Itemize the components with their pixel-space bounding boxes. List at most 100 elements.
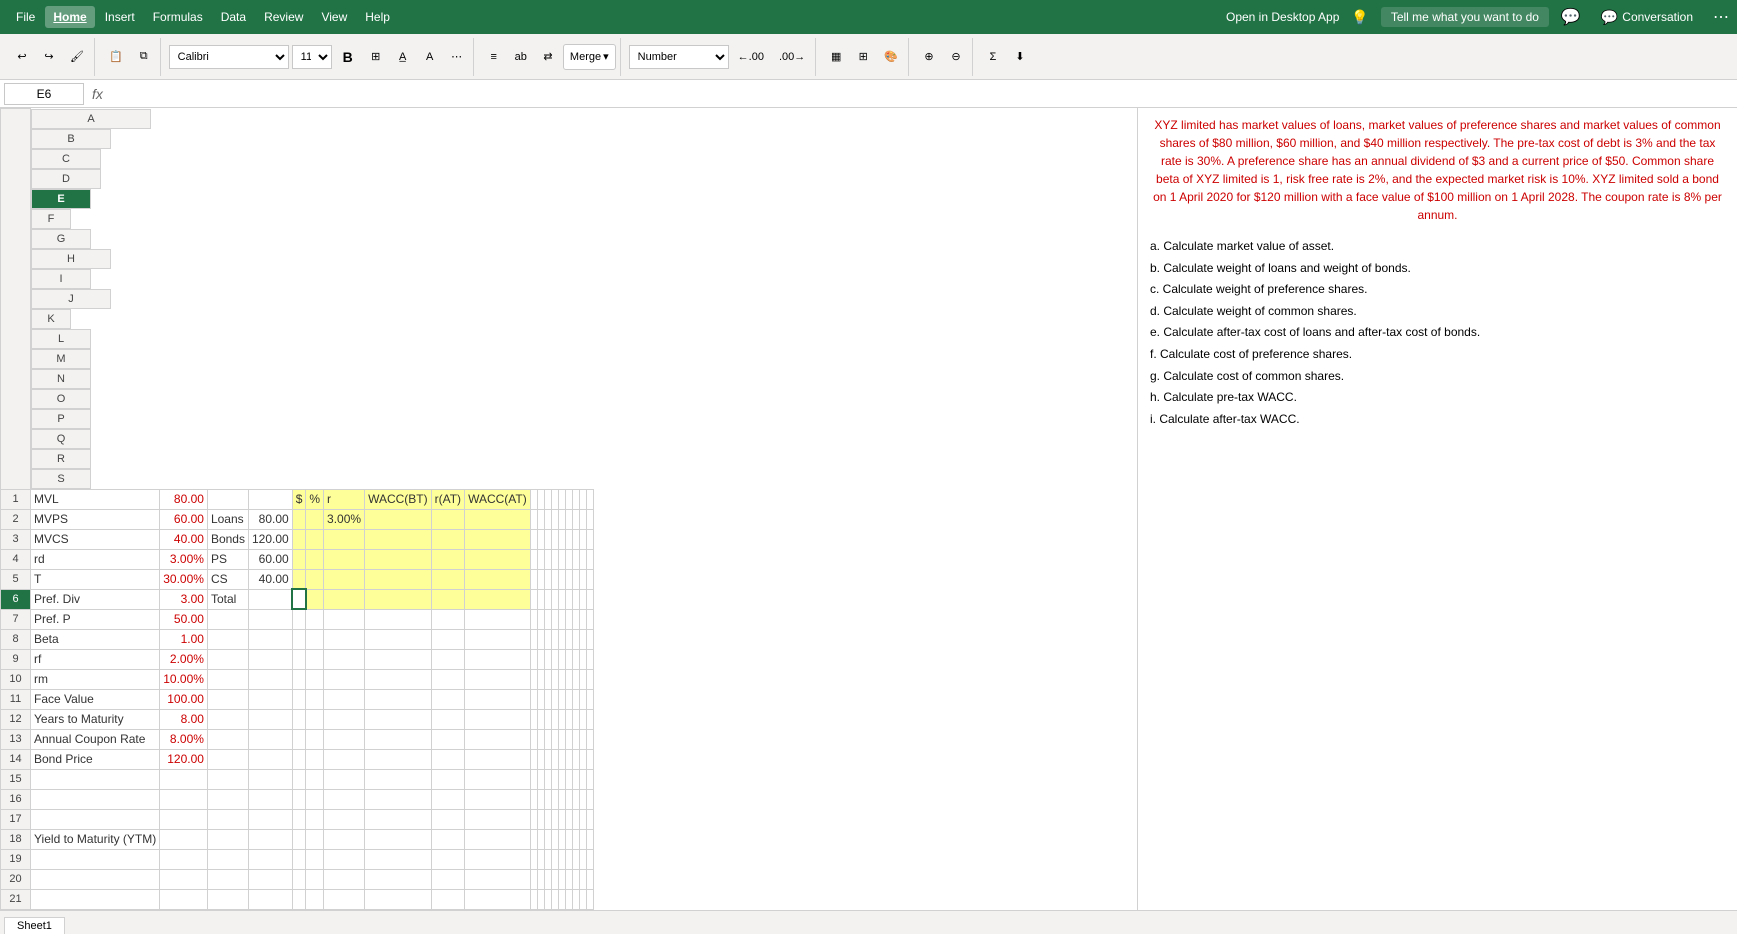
cell-K5[interactable] [530,569,537,589]
cell-B1[interactable]: 80.00 [160,489,208,509]
row-header-8[interactable]: 8 [1,629,31,649]
cell-L2[interactable] [537,509,544,529]
cell-S8[interactable] [586,629,593,649]
cell-I17[interactable] [431,809,464,829]
cell-D20[interactable] [248,869,292,889]
cell-M11[interactable] [544,689,551,709]
cell-S6[interactable] [586,589,593,609]
cell-G5[interactable] [324,569,365,589]
cell-R15[interactable] [579,769,586,789]
cell-O18[interactable] [558,829,565,849]
cell-K2[interactable] [530,509,537,529]
cell-O5[interactable] [558,569,565,589]
redo-button[interactable]: ↪ [37,41,61,73]
row-header-4[interactable]: 4 [1,549,31,569]
cell-D15[interactable] [248,769,292,789]
cell-F15[interactable] [306,769,324,789]
cell-E19[interactable] [292,849,306,869]
cell-I21[interactable] [431,889,464,909]
cell-Q5[interactable] [572,569,579,589]
cell-D10[interactable] [248,669,292,689]
cell-M10[interactable] [544,669,551,689]
col-header-P[interactable]: P [31,409,91,429]
cell-O4[interactable] [558,549,565,569]
cell-O1[interactable] [558,489,565,509]
cell-R6[interactable] [579,589,586,609]
text-direction-button[interactable]: ⇄ [536,41,560,73]
cell-C12[interactable] [207,709,248,729]
merge-button[interactable]: Merge ▾ [563,44,616,70]
cell-P11[interactable] [565,689,572,709]
cell-M9[interactable] [544,649,551,669]
cell-B2[interactable]: 60.00 [160,509,208,529]
cell-P7[interactable] [565,609,572,629]
cell-D4[interactable]: 60.00 [248,549,292,569]
cell-I19[interactable] [431,849,464,869]
cell-R8[interactable] [579,629,586,649]
cell-H7[interactable] [365,609,432,629]
cell-I6[interactable] [431,589,464,609]
cell-K21[interactable] [530,889,537,909]
menu-help[interactable]: Help [357,6,398,28]
cell-L3[interactable] [537,529,544,549]
cell-S2[interactable] [586,509,593,529]
cell-Q19[interactable] [572,849,579,869]
cell-B12[interactable]: 8.00 [160,709,208,729]
cell-M20[interactable] [544,869,551,889]
cell-O11[interactable] [558,689,565,709]
cell-S4[interactable] [586,549,593,569]
cell-N9[interactable] [551,649,558,669]
cell-I15[interactable] [431,769,464,789]
cell-E20[interactable] [292,869,306,889]
cell-K7[interactable] [530,609,537,629]
cell-S17[interactable] [586,809,593,829]
format-painter-button[interactable]: 🖌 [64,41,90,73]
wrap-text-button[interactable]: ab [509,41,533,73]
cell-Q12[interactable] [572,709,579,729]
cell-H21[interactable] [365,889,432,909]
cell-M7[interactable] [544,609,551,629]
cell-A18[interactable]: Yield to Maturity (YTM) [31,829,160,849]
col-header-B[interactable]: B [31,129,111,149]
delete-cells-button[interactable]: ⊖ [944,41,968,73]
cell-E13[interactable] [292,729,306,749]
cell-S12[interactable] [586,709,593,729]
cell-J14[interactable] [465,749,531,769]
cell-G12[interactable] [324,709,365,729]
more-icon[interactable]: ⋯ [1713,7,1729,27]
cell-M8[interactable] [544,629,551,649]
cell-I4[interactable] [431,549,464,569]
cell-C14[interactable] [207,749,248,769]
increase-decimal-button[interactable]: .00→ [773,41,811,73]
cell-H9[interactable] [365,649,432,669]
cell-D1[interactable] [248,489,292,509]
cell-I18[interactable] [431,829,464,849]
cell-F1[interactable]: % [306,489,324,509]
cell-I1[interactable]: r(AT) [431,489,464,509]
cell-A12[interactable]: Years to Maturity [31,709,160,729]
cell-C7[interactable] [207,609,248,629]
cell-O3[interactable] [558,529,565,549]
cell-K10[interactable] [530,669,537,689]
cell-C8[interactable] [207,629,248,649]
menu-home[interactable]: Home [45,6,94,28]
row-header-1[interactable]: 1 [1,489,31,509]
cell-F10[interactable] [306,669,324,689]
cell-K15[interactable] [530,769,537,789]
cell-R5[interactable] [579,569,586,589]
cell-E12[interactable] [292,709,306,729]
cell-L6[interactable] [537,589,544,609]
cell-H5[interactable] [365,569,432,589]
cell-E6[interactable] [292,589,306,609]
cell-Q3[interactable] [572,529,579,549]
cell-D19[interactable] [248,849,292,869]
tell-me-box[interactable]: Tell me what you want to do [1381,7,1549,27]
cell-I7[interactable] [431,609,464,629]
cell-R12[interactable] [579,709,586,729]
cell-E5[interactable] [292,569,306,589]
col-header-F[interactable]: F [31,209,71,229]
conversation-button[interactable]: 💬 Conversation [1593,6,1701,29]
cell-R20[interactable] [579,869,586,889]
cell-J17[interactable] [465,809,531,829]
col-header-L[interactable]: L [31,329,91,349]
